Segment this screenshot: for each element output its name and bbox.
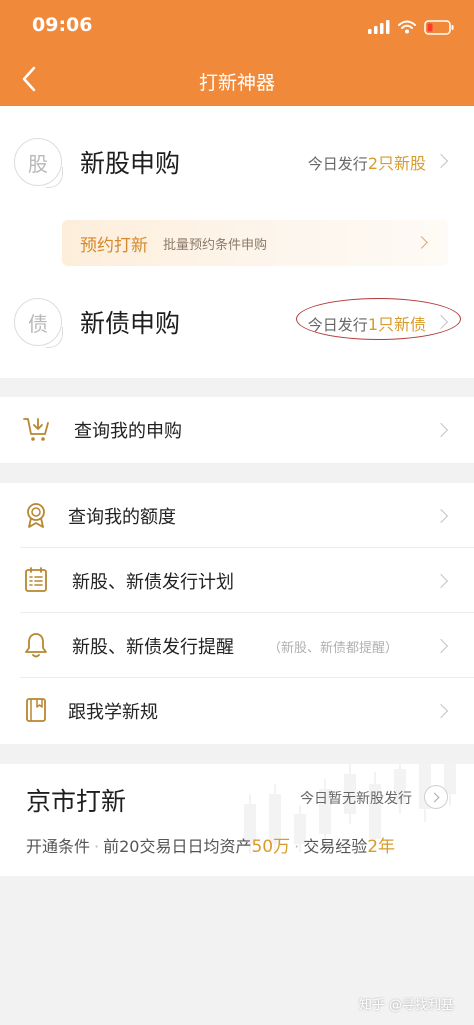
bjs-conditions: 开通条件 · 前20交易日日均资产50万 · 交易经验2年 — [26, 832, 454, 857]
menu-item-hint: （新股、新债都提醒） — [268, 641, 399, 656]
bell-icon — [25, 633, 47, 658]
stock-badge-text: 股 — [28, 151, 48, 176]
signal-icon — [368, 20, 390, 34]
bjs-condition-1: 前20交易日日均资产 — [103, 837, 252, 856]
nav-bar: 打新神器 — [0, 58, 474, 102]
chevron-right-icon — [433, 422, 449, 438]
chevron-right-icon — [433, 153, 449, 169]
calendar-list-icon — [25, 567, 47, 592]
menu-item-issue-plan[interactable]: 新股、新债发行计划 — [0, 548, 474, 613]
chevron-right-icon — [433, 573, 449, 589]
bjs-title: 京市打新 — [26, 787, 127, 816]
status-time: 09:06 — [32, 14, 93, 36]
book-icon — [26, 698, 46, 722]
menu-item-query-subscription[interactable]: 查询我的申购 — [0, 397, 474, 462]
separator-dot: · — [294, 837, 300, 856]
header-bar: 09:06 打新神器 — [0, 0, 474, 106]
menu-item-learn-rules[interactable]: 跟我学新规 — [0, 678, 474, 743]
bjs-subscription-card[interactable]: 京市打新 今日暂无新股发行 开通条件 · 前20交易日日均资产50万 · 交易经验2年 — [0, 764, 474, 876]
bjs-condition-2: 交易经验 — [303, 837, 368, 856]
bjs-condition-label: 开通条件 — [26, 837, 91, 856]
bond-badge-icon: 债 — [14, 298, 63, 348]
new-stock-row[interactable]: 股 新股申购 今日发行2只新股 — [0, 106, 474, 214]
menu-item-label: 新股、新债发行提醒 — [72, 637, 234, 658]
menu-card: 查询我的额度 新股、新债发行计划 新股、新债发行提醒 （新股、新债都提醒） 跟我… — [0, 483, 474, 744]
bond-badge-text: 债 — [28, 311, 48, 336]
battery-icon — [424, 19, 454, 35]
chevron-right-icon — [433, 638, 449, 654]
status-bar: 09:06 — [0, 12, 474, 42]
chevron-right-circle-icon[interactable] — [424, 785, 448, 809]
menu-item-label: 查询我的申购 — [74, 421, 182, 442]
chevron-right-icon — [433, 703, 449, 719]
promo-title: 预约打新 — [80, 236, 148, 256]
separator-dot: · — [94, 837, 100, 856]
new-stock-count: 2只新股 — [367, 154, 426, 173]
annotation-circle — [296, 298, 461, 340]
query-card: 查询我的申购 — [0, 397, 474, 463]
watermark: 知乎 @寻找利基 — [358, 998, 454, 1013]
menu-item-label: 查询我的额度 — [68, 507, 176, 528]
medal-icon — [27, 503, 45, 528]
menu-item-label: 新股、新债发行计划 — [72, 572, 234, 593]
chevron-right-icon — [433, 508, 449, 524]
wifi-icon — [398, 20, 416, 34]
bjs-condition-1-value: 50万 — [251, 837, 291, 857]
new-stock-title: 新股申购 — [80, 149, 181, 178]
bjs-condition-2-value: 2年 — [367, 837, 396, 857]
status-icons — [368, 18, 454, 36]
cart-download-icon — [23, 418, 49, 441]
menu-item-issue-reminder[interactable]: 新股、新债发行提醒 （新股、新债都提醒） — [0, 613, 474, 678]
menu-item-label: 跟我学新规 — [68, 702, 158, 723]
reserve-subscription-banner[interactable]: 预约打新 批量预约条件申购 — [62, 220, 448, 266]
promo-subtitle: 批量预约条件申购 — [163, 238, 268, 253]
page-title: 打新神器 — [198, 72, 275, 94]
stock-badge-icon: 股 — [14, 138, 63, 188]
new-stock-today: 今日发行2只新股 — [308, 150, 426, 174]
new-bond-title: 新债申购 — [80, 309, 181, 338]
new-stock-today-prefix: 今日发行 — [307, 155, 368, 173]
menu-item-query-quota[interactable]: 查询我的额度 — [0, 483, 474, 548]
chevron-right-icon — [415, 236, 428, 249]
bjs-today: 今日暂无新股发行 — [300, 791, 412, 807]
